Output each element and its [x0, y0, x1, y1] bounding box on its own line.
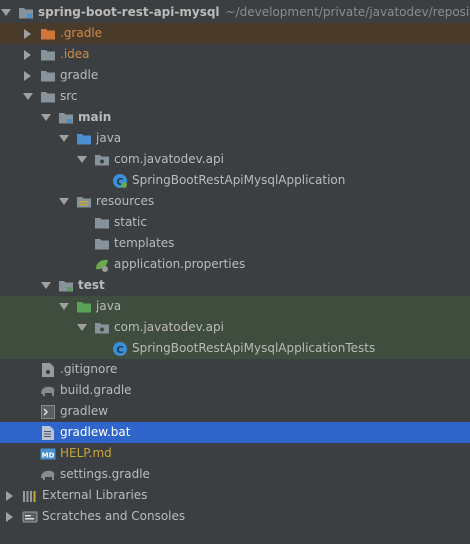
- svg-text:C: C: [116, 345, 123, 356]
- resources-folder-icon: [76, 194, 92, 210]
- tree-row-gradle[interactable]: gradle: [0, 65, 470, 86]
- tree-row-app-properties[interactable]: application.properties: [0, 254, 470, 275]
- chevron-right-icon[interactable]: [22, 49, 34, 61]
- tree-row-main-java[interactable]: java: [0, 128, 470, 149]
- test-source-folder-icon: [76, 299, 92, 315]
- idea-label: .idea: [60, 47, 90, 61]
- tree-row-main-app[interactable]: C SpringBootRestApiMysqlApplication: [0, 170, 470, 191]
- dot-gradle-label: .gradle: [60, 26, 103, 40]
- tree-row-scratches[interactable]: Scratches and Consoles: [0, 506, 470, 527]
- main-package-label: com.javatodev.api: [114, 152, 224, 166]
- chevron-right-icon[interactable]: [4, 511, 16, 523]
- folder-icon: [40, 89, 56, 105]
- test-package-label: com.javatodev.api: [114, 320, 224, 334]
- test-label: test: [78, 278, 105, 292]
- module-folder-icon: [58, 278, 74, 294]
- test-class-icon: C: [112, 341, 128, 357]
- gradle-elephant-icon: [40, 467, 56, 483]
- external-libraries-label: External Libraries: [42, 488, 148, 502]
- package-icon: [94, 320, 110, 336]
- chevron-right-icon[interactable]: [22, 70, 34, 82]
- chevron-down-icon[interactable]: [0, 7, 12, 19]
- main-java-label: java: [96, 131, 122, 145]
- folder-icon: [40, 68, 56, 84]
- gradlew-bat-label: gradlew.bat: [60, 425, 131, 439]
- package-icon: [94, 152, 110, 168]
- src-label: src: [60, 89, 78, 103]
- source-folder-icon: [76, 131, 92, 147]
- chevron-down-icon[interactable]: [40, 112, 52, 124]
- build-gradle-label: build.gradle: [60, 383, 132, 397]
- shell-script-icon: [40, 404, 56, 420]
- tree-row-root[interactable]: spring-boot-rest-api-mysql ~/development…: [0, 2, 470, 23]
- project-tree: spring-boot-rest-api-mysql ~/development…: [0, 0, 470, 544]
- tree-row-main-package[interactable]: com.javatodev.api: [0, 149, 470, 170]
- tree-row-templates[interactable]: templates: [0, 233, 470, 254]
- markdown-file-icon: MD: [40, 446, 56, 462]
- tree-row-gitignore[interactable]: .gitignore: [0, 359, 470, 380]
- chevron-down-icon[interactable]: [76, 154, 88, 166]
- excluded-folder-icon: [40, 26, 56, 42]
- static-label: static: [114, 215, 147, 229]
- gradle-label: gradle: [60, 68, 99, 82]
- scratches-icon: [22, 509, 38, 525]
- module-folder-icon: [18, 5, 34, 21]
- tree-row-static[interactable]: static: [0, 212, 470, 233]
- tree-row-resources[interactable]: resources: [0, 191, 470, 212]
- chevron-down-icon[interactable]: [40, 280, 52, 292]
- settings-gradle-label: settings.gradle: [60, 467, 150, 481]
- chevron-right-icon[interactable]: [4, 490, 16, 502]
- chevron-right-icon[interactable]: [22, 28, 34, 40]
- gradlew-label: gradlew: [60, 404, 109, 418]
- text-file-icon: [40, 425, 56, 441]
- scratches-label: Scratches and Consoles: [42, 509, 186, 523]
- tree-row-help-md[interactable]: MD HELP.md: [0, 443, 470, 464]
- test-app-label: SpringBootRestApiMysqlApplicationTests: [132, 341, 376, 355]
- resources-label: resources: [96, 194, 155, 208]
- spring-properties-icon: [94, 257, 110, 273]
- help-md-label: HELP.md: [60, 446, 112, 460]
- gradle-elephant-icon: [40, 383, 56, 399]
- tree-row-src[interactable]: src: [0, 86, 470, 107]
- main-label: main: [78, 110, 112, 124]
- chevron-down-icon[interactable]: [22, 91, 34, 103]
- app-properties-label: application.properties: [114, 257, 246, 271]
- spring-class-icon: C: [112, 173, 128, 189]
- libraries-icon: [22, 488, 38, 504]
- gitignore-label: .gitignore: [60, 362, 118, 376]
- templates-label: templates: [114, 236, 175, 250]
- main-app-label: SpringBootRestApiMysqlApplication: [132, 173, 346, 187]
- folder-icon: [94, 236, 110, 252]
- tree-row-dot-gradle[interactable]: .gradle: [0, 23, 470, 44]
- tree-row-main[interactable]: main: [0, 107, 470, 128]
- chevron-down-icon[interactable]: [58, 133, 70, 145]
- chevron-down-icon[interactable]: [76, 322, 88, 334]
- tree-row-test-app[interactable]: C SpringBootRestApiMysqlApplicationTests: [0, 338, 470, 359]
- gitignore-file-icon: [40, 362, 56, 378]
- test-java-label: java: [96, 299, 122, 313]
- tree-row-gradlew[interactable]: gradlew: [0, 401, 470, 422]
- chevron-down-icon[interactable]: [58, 196, 70, 208]
- tree-row-settings-gradle[interactable]: settings.gradle: [0, 464, 470, 485]
- tree-row-gradlew-bat[interactable]: gradlew.bat: [0, 422, 470, 443]
- folder-icon: [94, 215, 110, 231]
- tree-row-test-java[interactable]: java: [0, 296, 470, 317]
- svg-text:MD: MD: [42, 451, 55, 459]
- tree-row-build-gradle[interactable]: build.gradle: [0, 380, 470, 401]
- tree-row-test[interactable]: test: [0, 275, 470, 296]
- module-folder-icon: [58, 110, 74, 126]
- root-path: ~/development/private/javatodev/reposito…: [225, 5, 470, 19]
- tree-row-test-package[interactable]: com.javatodev.api: [0, 317, 470, 338]
- tree-row-external-libraries[interactable]: External Libraries: [0, 485, 470, 506]
- root-label: spring-boot-rest-api-mysql: [38, 5, 220, 19]
- tree-row-idea[interactable]: .idea: [0, 44, 470, 65]
- chevron-down-icon[interactable]: [58, 301, 70, 313]
- folder-icon: [40, 47, 56, 63]
